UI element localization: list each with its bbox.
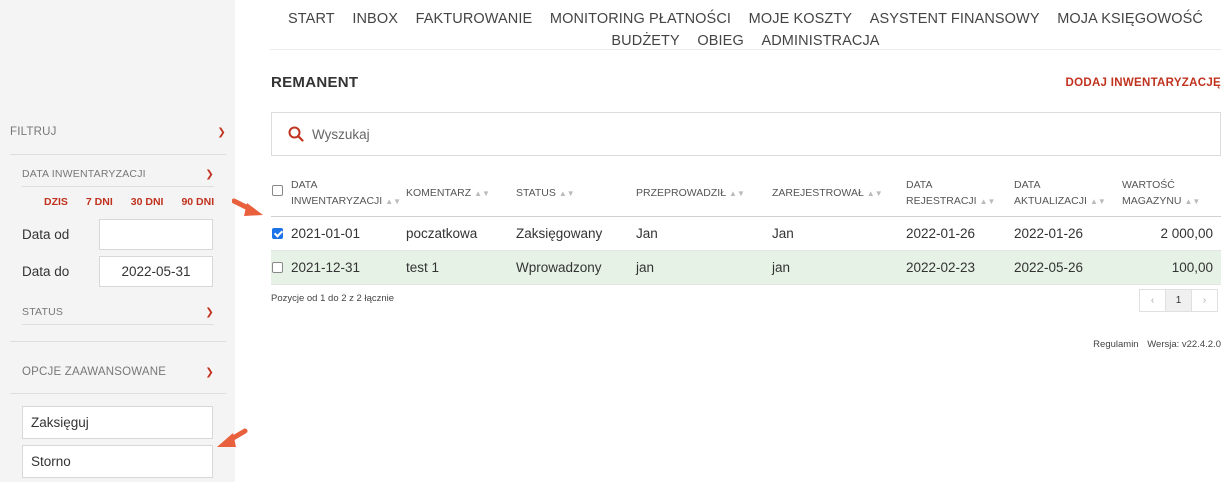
row-checkbox[interactable] — [272, 228, 283, 239]
pagination: ‹ 1 › — [1139, 289, 1218, 312]
annotation-arrow-icon — [217, 428, 248, 447]
date-to-input[interactable]: 2022-05-31 — [99, 255, 213, 287]
sort-icon: ▲▼ — [979, 197, 996, 206]
nav-inbox[interactable]: INBOX — [352, 11, 398, 27]
annotation-arrow-icon — [232, 198, 263, 216]
advanced-options-header[interactable]: OPCJE ZAAWANSOWANE ❯ — [22, 366, 214, 378]
footer: Regulamin Wersja: v22.4.2.0 — [1087, 339, 1221, 350]
page-title: REMANENT — [271, 74, 359, 91]
cell-update-date: 2022-05-26 — [1014, 260, 1084, 275]
col-conducted[interactable]: PRZEPROWADZIŁ ▲▼ — [636, 185, 745, 202]
storno-button[interactable]: Storno — [22, 445, 213, 478]
add-inventory-button[interactable]: DODAJ INWENTARYZACJĘ — [1065, 77, 1221, 89]
divider — [22, 186, 214, 187]
search-bar[interactable] — [271, 112, 1221, 156]
cell-registered: jan — [772, 260, 791, 275]
sort-icon: ▲▼ — [558, 189, 575, 198]
chevron-right-icon: ❯ — [205, 306, 214, 318]
page-1-button[interactable]: 1 — [1165, 289, 1192, 312]
nav-payment-monitoring[interactable]: MONITORING PŁATNOŚCI — [550, 11, 731, 27]
version-label: Wersja: v22.4.2.0 — [1147, 339, 1221, 350]
divider — [10, 393, 226, 394]
book-button[interactable]: Zaksięguj — [22, 406, 213, 439]
sort-icon: ▲▼ — [729, 189, 745, 198]
col-registered[interactable]: ZAREJESTROWAŁ ▲▼ — [772, 185, 883, 202]
search-input[interactable] — [312, 126, 1112, 142]
cell-status: Wprowadzony — [516, 260, 602, 275]
divider — [10, 154, 226, 155]
sort-icon: ▲▼ — [1184, 197, 1201, 206]
advanced-options-label: OPCJE ZAAWANSOWANE — [22, 366, 167, 378]
cell-date: 2021-01-01 — [291, 226, 361, 241]
status-label: STATUS — [22, 306, 64, 318]
inventory-table: DATA INWENTARYZACJI ▲▼ KOMENTARZ ▲▼ STATUS… — [271, 170, 1221, 285]
cell-comment: test 1 — [406, 260, 440, 275]
date-to-label: Data do — [22, 263, 70, 279]
date-inventory-label: DATA INWENTARYZACJI — [22, 168, 146, 180]
nav-my-costs[interactable]: MOJE KOSZTY — [749, 11, 852, 27]
col-status[interactable]: STATUS ▲▼ — [516, 185, 575, 202]
chevron-down-icon: ❯ — [217, 126, 226, 138]
sidebar: FILTRUJ ❯ DATA INWENTARYZACJI ❯ DZIS 7 DNI… — [0, 0, 235, 482]
table-header: DATA INWENTARYZACJI ▲▼ KOMENTARZ ▲▼ STATUS… — [271, 170, 1221, 217]
cell-value: 2 000,00 — [1160, 226, 1213, 241]
filter-header[interactable]: FILTRUJ ❯ — [10, 126, 226, 138]
pagination-summary: Pozycje od 1 do 2 z 2 łącznie — [271, 293, 395, 304]
date-from-input[interactable] — [99, 218, 213, 250]
cell-registered: Jan — [772, 226, 794, 241]
table-row[interactable]: 2021-12-31 test 1 Wprowadzony jan jan 20… — [271, 251, 1221, 285]
prev-page-button[interactable]: ‹ — [1139, 289, 1166, 312]
quick-90-days[interactable]: 90 DNI — [181, 196, 214, 208]
col-warehouse-value[interactable]: WARTOŚĆ MAGAZYNU ▲▼ — [1122, 177, 1200, 210]
nav-start[interactable]: START — [288, 11, 335, 27]
quick-today[interactable]: DZIS — [44, 196, 68, 208]
col-update-date[interactable]: DATA AKTUALIZACJI ▲▼ — [1014, 177, 1106, 210]
date-from-row: Data od — [22, 218, 214, 250]
sort-icon: ▲▼ — [866, 189, 883, 198]
date-to-row: Data do 2022-05-31 — [22, 255, 214, 287]
col-date-inventory[interactable]: DATA INWENTARYZACJI ▲▼ — [291, 177, 401, 210]
table-row[interactable]: 2021-01-01 poczatkowa Zaksięgowany Jan J… — [271, 217, 1221, 251]
cell-date: 2021-12-31 — [291, 260, 361, 275]
cell-conducted: jan — [636, 260, 655, 275]
terms-link[interactable]: Regulamin — [1093, 339, 1138, 350]
filter-label: FILTRUJ — [10, 126, 57, 138]
sort-icon: ▲▼ — [385, 197, 402, 206]
cell-registration-date: 2022-02-23 — [906, 260, 976, 275]
cell-conducted: Jan — [636, 226, 658, 241]
chevron-down-icon: ❯ — [205, 366, 214, 378]
date-inventory-header[interactable]: DATA INWENTARYZACJI ❯ — [22, 168, 214, 180]
nav-financial-assistant[interactable]: ASYSTENT FINANSOWY — [870, 11, 1040, 27]
cell-comment: poczatkowa — [406, 226, 478, 241]
select-all-checkbox[interactable] — [272, 185, 283, 196]
nav-workflow[interactable]: OBIEG — [697, 33, 743, 49]
sort-icon: ▲▼ — [474, 189, 490, 198]
quick-date-range: DZIS 7 DNI 30 DNI 90 DNI — [44, 196, 214, 208]
search-icon — [288, 126, 304, 142]
cell-registration-date: 2022-01-26 — [906, 226, 976, 241]
cell-status: Zaksięgowany — [516, 226, 603, 241]
main-navigation: START INBOX FAKTUROWANIE MONITORING PŁAT… — [270, 8, 1221, 52]
nav-budgets[interactable]: BUDŻETY — [611, 33, 679, 49]
status-filter-header[interactable]: STATUS ❯ — [22, 306, 214, 318]
col-comment[interactable]: KOMENTARZ ▲▼ — [406, 185, 490, 202]
divider — [270, 49, 1221, 50]
nav-invoicing[interactable]: FAKTUROWANIE — [416, 11, 533, 27]
row-checkbox[interactable] — [272, 262, 283, 273]
sort-icon: ▲▼ — [1089, 197, 1106, 206]
quick-30-days[interactable]: 30 DNI — [131, 196, 164, 208]
chevron-down-icon: ❯ — [205, 168, 214, 180]
col-registration-date[interactable]: DATA REJESTRACJI ▲▼ — [906, 177, 995, 210]
nav-my-accounting[interactable]: MOJA KSIĘGOWOŚĆ — [1057, 11, 1203, 27]
cell-value: 100,00 — [1171, 260, 1213, 275]
nav-administration[interactable]: ADMINISTRACJA — [761, 33, 879, 49]
next-page-button[interactable]: › — [1191, 289, 1218, 312]
date-from-label: Data od — [22, 226, 70, 242]
quick-7-days[interactable]: 7 DNI — [86, 196, 113, 208]
cell-update-date: 2022-01-26 — [1014, 226, 1084, 241]
divider — [22, 324, 214, 325]
divider — [10, 341, 226, 342]
